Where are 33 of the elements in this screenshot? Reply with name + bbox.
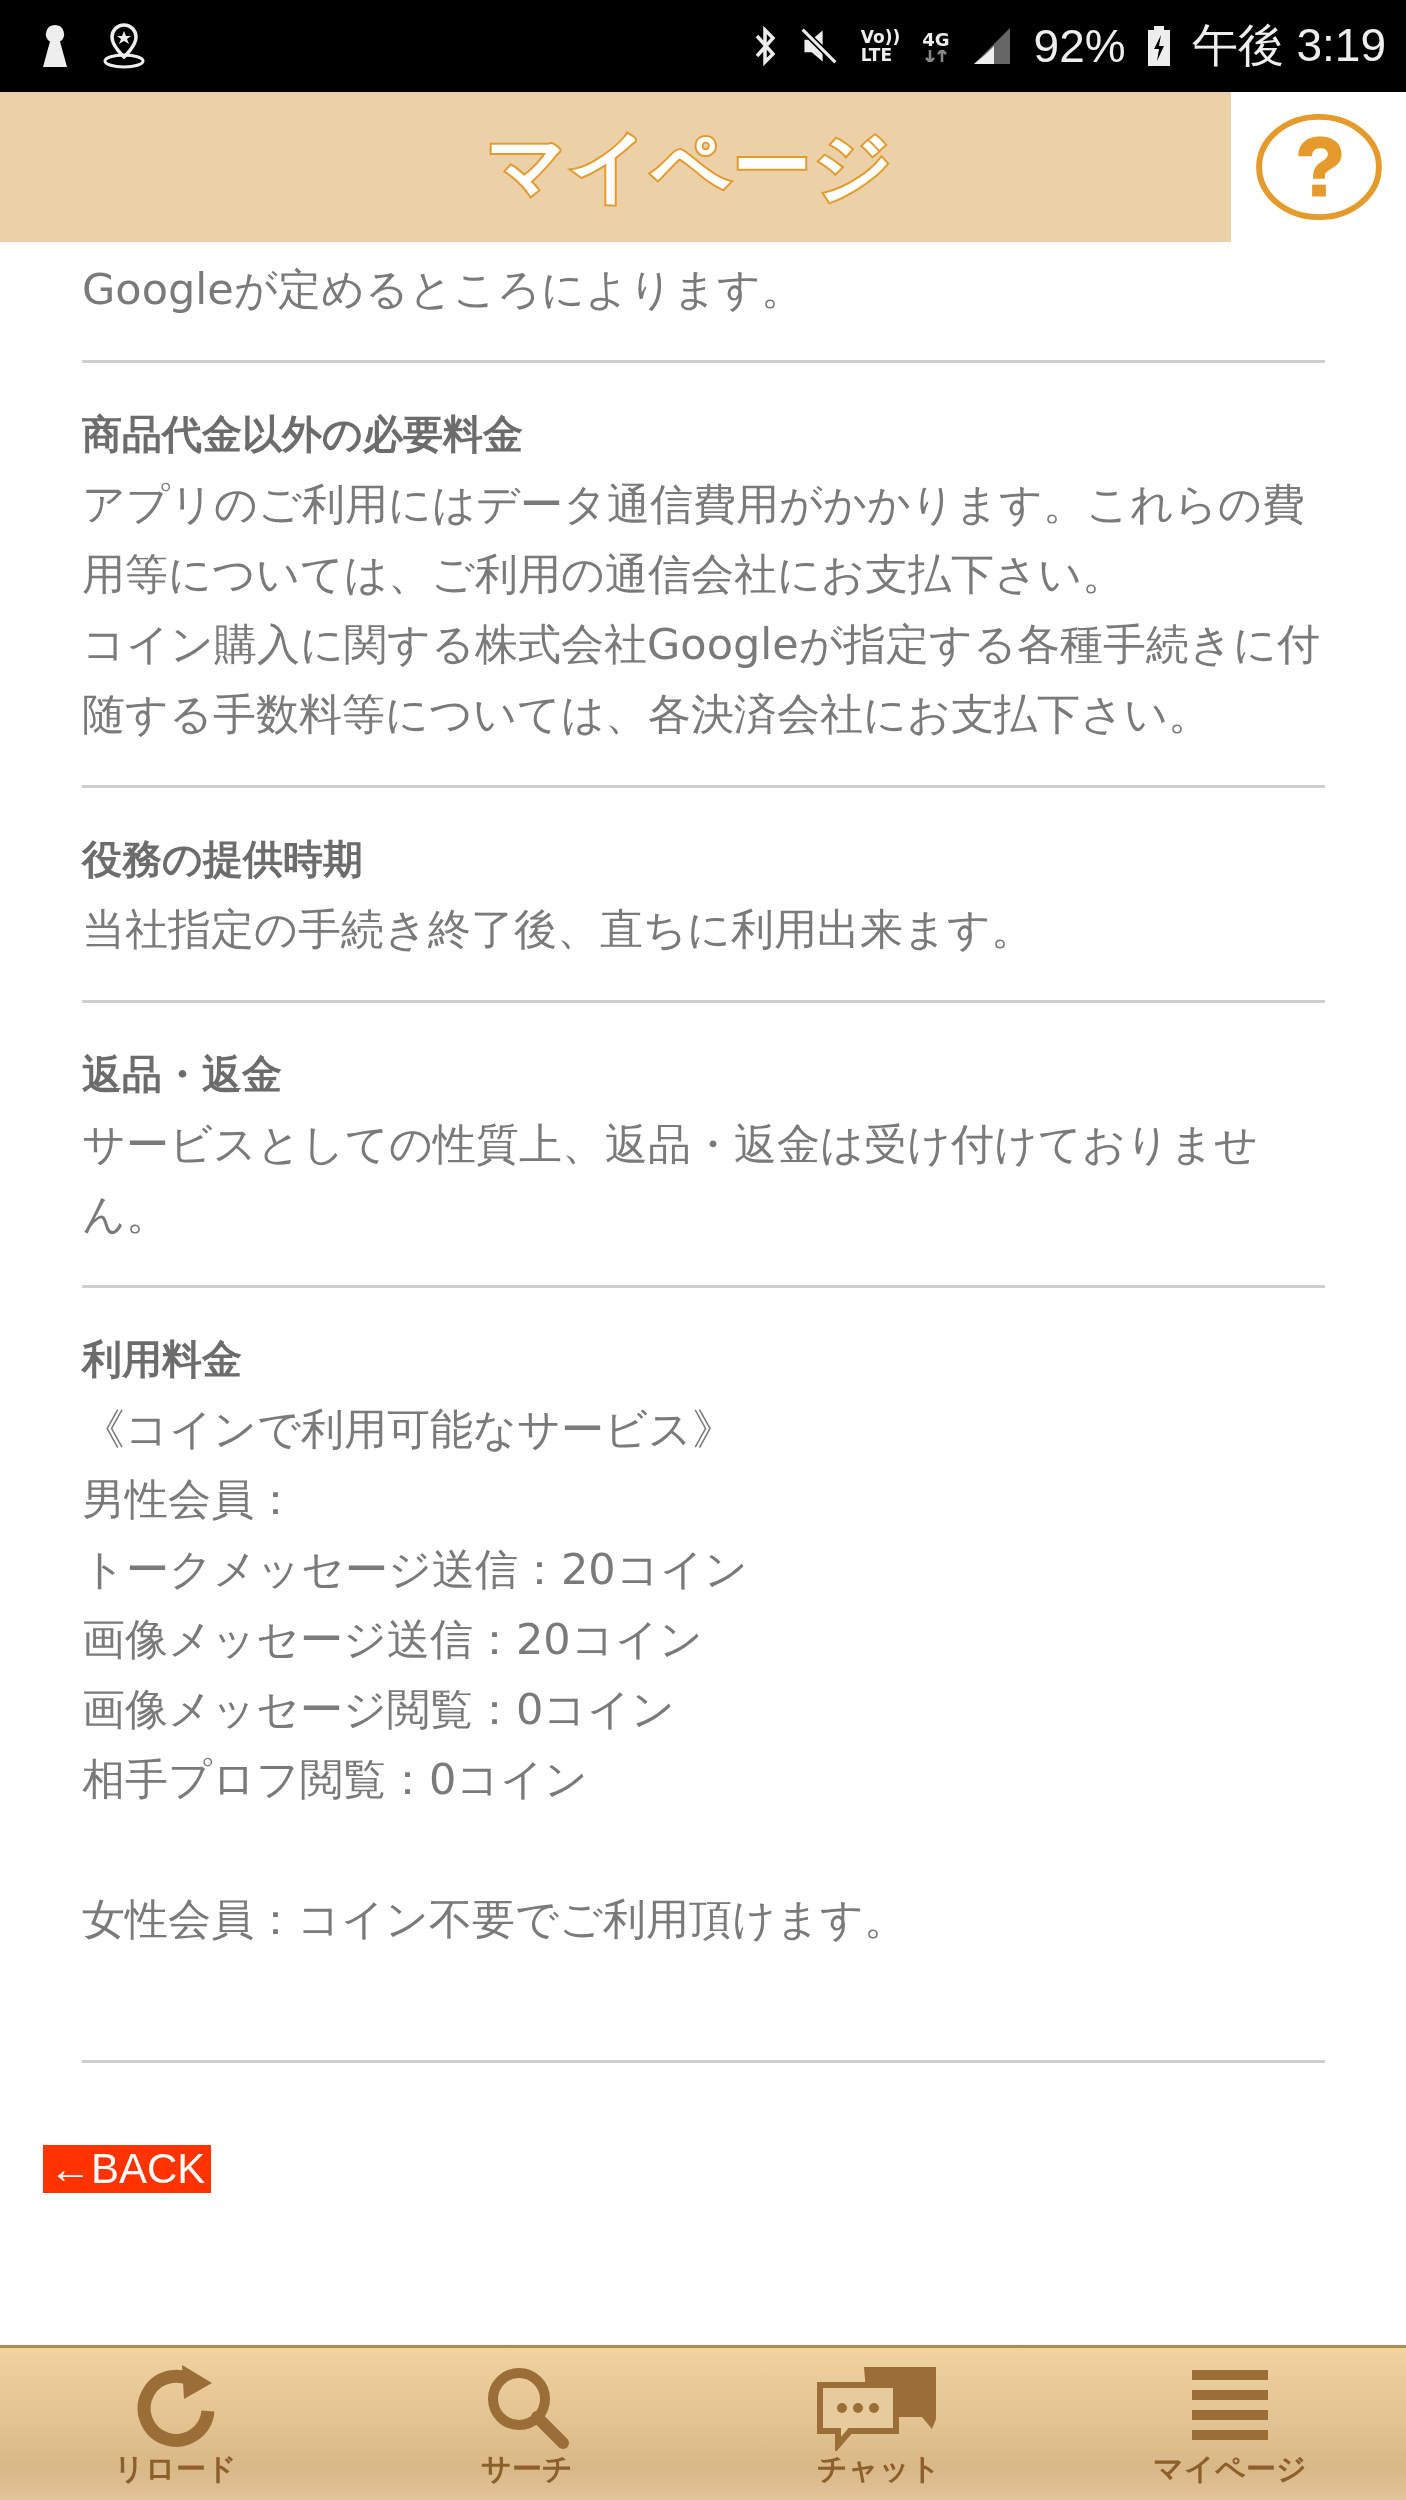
nav-item[interactable]: サーチ [351, 2348, 703, 2500]
nav-item[interactable]: チャット [703, 2348, 1055, 2500]
section-heading: 役務の提供時期 [82, 835, 364, 884]
section-text: 画像メッセージ送信：20コイン [82, 1613, 704, 1666]
mute-icon [798, 26, 839, 66]
section-text: 当社指定の手続き終了後、直ちに利用出来ます。 [82, 903, 1035, 956]
section-heading: 利用料金 [82, 1335, 243, 1384]
nav-item[interactable]: リロード [0, 2348, 352, 2500]
battery-percent: 92% [1033, 19, 1126, 73]
section-note: 女性会員：コイン不要でご利用頂けます。 [82, 1893, 908, 1946]
battery-charging-icon [1147, 26, 1170, 66]
location-pin-icon [102, 23, 146, 69]
keyhole-icon [40, 23, 70, 69]
nav-item[interactable]: マイページ [1054, 2348, 1406, 2500]
clock: 午後 3:19 [1191, 18, 1386, 73]
section-text: トークメッセージ送信：20コイン [82, 1543, 749, 1596]
help-icon[interactable] [1254, 113, 1383, 221]
section-text: 男性会員： [82, 1473, 298, 1526]
section-text: 《コインで利用可能なサービス》 [82, 1403, 736, 1456]
section-heading: 商品代金以外の必要料金 [82, 410, 524, 459]
section-text: Googleが定めるところによります。 [82, 263, 805, 316]
section-heading: 返品・返金 [82, 1050, 283, 1099]
volte-label: Vo)) [860, 28, 901, 46]
section-text: サービスとしての性質上、返品・返金は受け付けておりません。 [82, 1118, 1259, 1241]
back-button[interactable]: ←BACK [43, 2145, 212, 2193]
section-text: アプリのご利用にはデータ通信費用がかかります。これらの費用等については、ご利用の通信会社にお支払下さい。 [82, 478, 1306, 601]
section-text: コイン購入に関する株式会社Googleが指定する各種手続きに付随する手数料等については、各決済会社にお支払下さい。 [82, 618, 1321, 741]
section-text: 相手プロフ閲覧：0コイン [82, 1753, 590, 1806]
data-arrows-icon [923, 50, 948, 62]
network-label: 4G [922, 30, 950, 50]
lte-label: LTE [860, 46, 894, 64]
page-title: マイページ [486, 119, 895, 213]
section-text: 画像メッセージ閲覧：0コイン [82, 1683, 677, 1736]
